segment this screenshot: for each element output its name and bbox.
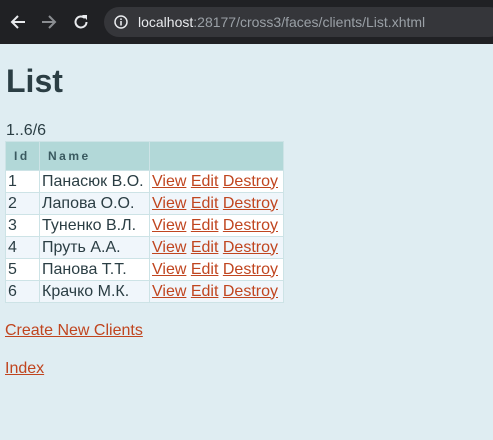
table-row: 2 Лапова О.О. View Edit Destroy: [5, 192, 284, 215]
cell-id: 5: [5, 258, 40, 281]
url-host: localhost: [138, 14, 194, 30]
destroy-link[interactable]: Destroy: [223, 283, 278, 300]
info-icon[interactable]: [114, 15, 128, 29]
reload-icon: [74, 15, 88, 29]
cell-id: 1: [5, 170, 40, 193]
pagination-status: 1..6/6: [6, 122, 47, 139]
cell-name: Пруть А.А.: [39, 236, 150, 259]
cell-actions: View Edit Destroy: [149, 236, 284, 259]
edit-link[interactable]: Edit: [191, 261, 219, 278]
cell-name: Крачко М.К.: [39, 280, 150, 303]
forward-button[interactable]: [34, 7, 64, 37]
destroy-link[interactable]: Destroy: [223, 173, 278, 190]
edit-link[interactable]: Edit: [191, 195, 219, 212]
cell-actions: View Edit Destroy: [149, 258, 284, 281]
cell-name: Туненко В.Л.: [39, 214, 150, 237]
cell-actions: View Edit Destroy: [149, 170, 284, 193]
view-link[interactable]: View: [152, 173, 186, 190]
table-row: 6 Крачко М.К. View Edit Destroy: [5, 280, 284, 303]
view-link[interactable]: View: [152, 217, 186, 234]
table-row: 1 Панасюк В.О. View Edit Destroy: [5, 170, 284, 193]
edit-link[interactable]: Edit: [191, 173, 219, 190]
address-bar[interactable]: localhost:28177/cross3/faces/clients/Lis…: [104, 7, 493, 37]
url-text: localhost:28177/cross3/faces/clients/Lis…: [138, 14, 425, 30]
table-row: 3 Туненко В.Л. View Edit Destroy: [5, 214, 284, 237]
view-link[interactable]: View: [152, 195, 186, 212]
page-title: List: [6, 63, 63, 99]
edit-link[interactable]: Edit: [191, 239, 219, 256]
browser-toolbar: localhost:28177/cross3/faces/clients/Lis…: [0, 0, 493, 44]
column-header-actions: [149, 141, 284, 171]
cell-name: Лапова О.О.: [39, 192, 150, 215]
cell-actions: View Edit Destroy: [149, 192, 284, 215]
cell-id: 3: [5, 214, 40, 237]
destroy-link[interactable]: Destroy: [223, 261, 278, 278]
view-link[interactable]: View: [152, 283, 186, 300]
table-header-row: Id Name: [5, 141, 284, 171]
column-header-name: Name: [39, 141, 150, 171]
edit-link[interactable]: Edit: [191, 217, 219, 234]
cell-actions: View Edit Destroy: [149, 280, 284, 303]
view-link[interactable]: View: [152, 261, 186, 278]
table-row: 4 Пруть А.А. View Edit Destroy: [5, 236, 284, 259]
table-row: 5 Панова Т.Т. View Edit Destroy: [5, 258, 284, 281]
column-header-id: Id: [5, 141, 40, 171]
arrow-right-icon: [42, 15, 57, 29]
index-link[interactable]: Index: [5, 360, 44, 378]
destroy-link[interactable]: Destroy: [223, 217, 278, 234]
back-button[interactable]: [3, 7, 33, 37]
arrow-left-icon: [10, 15, 25, 29]
cell-id: 2: [5, 192, 40, 215]
url-path: :28177/cross3/faces/clients/List.xhtml: [193, 14, 426, 30]
edit-link[interactable]: Edit: [191, 283, 219, 300]
create-new-clients-link[interactable]: Create New Clients: [5, 322, 143, 340]
reload-button[interactable]: [66, 7, 96, 37]
cell-id: 6: [5, 280, 40, 303]
destroy-link[interactable]: Destroy: [223, 239, 278, 256]
clients-table: Id Name 1 Панасюк В.О. View Edit Destroy…: [5, 141, 284, 303]
cell-actions: View Edit Destroy: [149, 214, 284, 237]
cell-name: Панасюк В.О.: [39, 170, 150, 193]
cell-id: 4: [5, 236, 40, 259]
view-link[interactable]: View: [152, 239, 186, 256]
cell-name: Панова Т.Т.: [39, 258, 150, 281]
destroy-link[interactable]: Destroy: [223, 195, 278, 212]
